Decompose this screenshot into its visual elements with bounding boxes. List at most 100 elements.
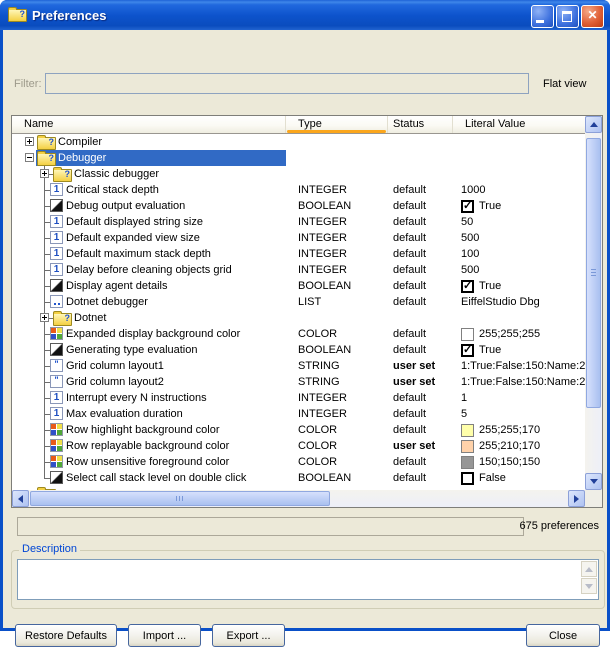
tree-pref-row[interactable]: Dotnet debuggerLISTdefaultEiffelStudio D… — [12, 294, 585, 310]
tree-pref-row[interactable]: Row unsensitive foreground colorCOLORdef… — [12, 454, 585, 470]
pref-value-text: 255;255;255 — [479, 328, 540, 340]
pref-type: LIST — [298, 296, 321, 308]
close-dialog-button[interactable]: Close — [526, 624, 600, 647]
pref-literal-value: 255;255;170 — [461, 422, 585, 438]
pref-literal-value: 500 — [461, 230, 585, 246]
scroll-right-button[interactable] — [568, 490, 585, 507]
filter-input[interactable] — [45, 73, 529, 94]
tree-folder-row[interactable]: ?Compiler — [12, 134, 585, 150]
tree-folder-row[interactable]: ?Dotnet — [12, 310, 585, 326]
expand-plus-icon[interactable] — [25, 137, 34, 146]
pref-type: INTEGER — [298, 184, 347, 196]
tree-pref-row[interactable]: 1Default maximum stack depthINTEGERdefau… — [12, 246, 585, 262]
color-type-icon — [50, 439, 63, 452]
tree-folder-row[interactable]: ?Classic debugger — [12, 166, 585, 182]
folder-icon: ? — [37, 153, 56, 166]
description-label: Description — [19, 543, 80, 555]
column-header-literal-value[interactable]: Literal Value — [453, 116, 585, 133]
tree-pref-row[interactable]: 1Critical stack depthINTEGERdefault1000 — [12, 182, 585, 198]
pref-status: default — [393, 184, 426, 196]
column-header-name[interactable]: Name — [12, 116, 286, 133]
horizontal-scrollbar[interactable] — [12, 490, 585, 507]
column-header-type[interactable]: Type — [286, 116, 388, 133]
description-scrollbar — [581, 561, 597, 598]
minimize-button[interactable] — [531, 5, 554, 28]
grid-header: Name Type Status Literal Value — [12, 116, 585, 134]
color-type-icon — [50, 327, 63, 340]
pref-value-text: 100 — [461, 248, 479, 260]
color-swatch — [461, 456, 474, 469]
string-type-icon: " — [50, 375, 63, 388]
tree-pref-row[interactable]: 1Delay before cleaning objects gridINTEG… — [12, 262, 585, 278]
list-type-icon — [50, 295, 63, 308]
column-header-status[interactable]: Status — [388, 116, 453, 133]
tree-pref-row[interactable]: Select call stack level on double clickB… — [12, 470, 585, 486]
checkbox-checked-icon[interactable] — [461, 200, 474, 213]
tree-pref-row[interactable]: Row highlight background colorCOLORdefau… — [12, 422, 585, 438]
integer-type-icon: 1 — [50, 231, 63, 244]
flat-view-toggle[interactable]: Flat view — [543, 78, 586, 90]
checkbox-unchecked-icon[interactable] — [461, 472, 474, 485]
pref-literal-value: 255;255;255 — [461, 326, 585, 342]
expand-plus-icon[interactable] — [40, 169, 49, 178]
pref-name-label: Interrupt every N instructions — [66, 392, 207, 404]
tree-pref-row[interactable]: Expanded display background colorCOLORde… — [12, 326, 585, 342]
tree-pref-row[interactable]: Display agent detailsBOOLEANdefaultTrue — [12, 278, 585, 294]
description-text[interactable] — [17, 559, 599, 600]
title-bar[interactable]: ? Preferences ✕ — [0, 0, 610, 30]
pref-status: default — [393, 200, 426, 212]
tree-pref-row[interactable]: 1Interrupt every N instructionsINTEGERde… — [12, 390, 585, 406]
description-scroll-up-button[interactable] — [581, 561, 597, 577]
tree-pref-row[interactable]: 1Default displayed string sizeINTEGERdef… — [12, 214, 585, 230]
horizontal-scrollbar-thumb[interactable] — [30, 491, 330, 506]
pref-value-text: 255;210;170 — [479, 440, 540, 452]
close-button[interactable]: ✕ — [581, 5, 604, 28]
import-button[interactable]: Import ... — [128, 624, 201, 647]
checkbox-checked-icon[interactable] — [461, 280, 474, 293]
pref-name-label: Critical stack depth — [66, 184, 159, 196]
tree-pref-row[interactable]: "Grid column layout2STRINGuser set1:True… — [12, 374, 585, 390]
export-button[interactable]: Export ... — [212, 624, 285, 647]
vertical-scrollbar[interactable] — [585, 116, 602, 490]
preferences-grid: Name Type Status Literal Value ?Compiler… — [11, 115, 603, 508]
collapse-minus-icon[interactable] — [25, 153, 34, 162]
maximize-button[interactable] — [556, 5, 579, 28]
pref-type: BOOLEAN — [298, 344, 351, 356]
color-swatch — [461, 328, 474, 341]
scroll-down-button[interactable] — [585, 473, 602, 490]
restore-defaults-button[interactable]: Restore Defaults — [15, 624, 117, 647]
pref-type: BOOLEAN — [298, 472, 351, 484]
pref-type: STRING — [298, 376, 340, 388]
expand-plus-icon[interactable] — [40, 313, 49, 322]
pref-value-text: 1:True:False:150:Name:2: — [461, 360, 585, 372]
scroll-left-button[interactable] — [12, 490, 29, 507]
pref-literal-value: 255;210;170 — [461, 438, 585, 454]
pref-literal-value: 1 — [461, 390, 585, 406]
tree-pref-row[interactable]: "Grid column layout1STRINGuser set1:True… — [12, 358, 585, 374]
pref-literal-value: 500 — [461, 262, 585, 278]
checkbox-checked-icon[interactable] — [461, 344, 474, 357]
pref-name-label: Debugger — [58, 152, 106, 164]
tree-pref-row[interactable]: Generating type evaluationBOOLEANdefault… — [12, 342, 585, 358]
integer-type-icon: 1 — [50, 407, 63, 420]
folder-icon: ? — [53, 169, 72, 182]
scroll-up-button[interactable] — [585, 116, 602, 133]
vertical-scrollbar-thumb[interactable] — [586, 138, 601, 408]
tree-pref-row[interactable]: Debug output evaluationBOOLEANdefaultTru… — [12, 198, 585, 214]
pref-name-label: Display agent details — [66, 280, 168, 292]
description-scroll-down-button[interactable] — [581, 578, 597, 594]
tree-pref-row[interactable]: 1Default expanded view sizeINTEGERdefaul… — [12, 230, 585, 246]
pref-name-label: Compiler — [58, 136, 102, 148]
pref-name-label: Debug output evaluation — [66, 200, 185, 212]
tree-folder-row[interactable]: ?Debugger — [12, 150, 585, 166]
pref-name-label: Default expanded view size — [66, 232, 200, 244]
chevron-left-icon — [18, 495, 23, 503]
pref-literal-value: 1:True:False:150:Name:2: — [461, 358, 585, 374]
pref-status: default — [393, 472, 426, 484]
tree-pref-row[interactable]: 1Max evaluation durationINTEGERdefault5 — [12, 406, 585, 422]
pref-value-text: EiffelStudio Dbg — [461, 296, 540, 308]
chevron-up-icon — [585, 567, 593, 572]
pref-status: default — [393, 328, 426, 340]
tree-pref-row[interactable]: Row replayable background colorCOLORuser… — [12, 438, 585, 454]
folder-icon: ? — [53, 313, 72, 326]
